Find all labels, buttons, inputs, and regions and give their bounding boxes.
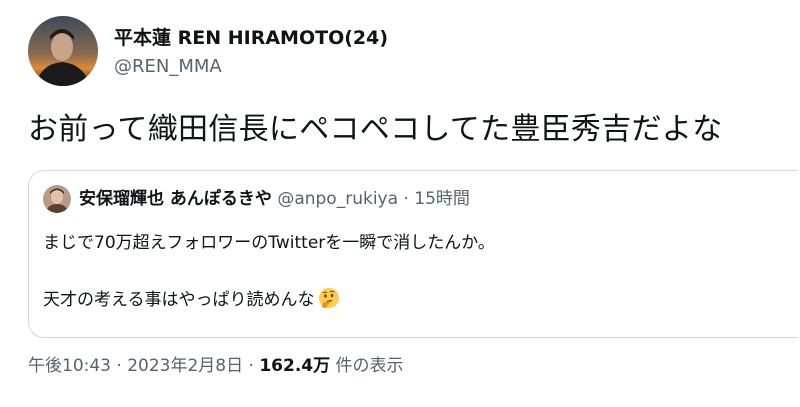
quoted-text-line2-text: 天才の考える事はやっぱり読めんな bbox=[43, 290, 315, 310]
author-avatar[interactable] bbox=[28, 16, 98, 86]
view-count[interactable]: 162.4万 bbox=[259, 356, 330, 376]
meta-separator-2: · bbox=[248, 356, 254, 376]
view-label: 件の表示 bbox=[335, 356, 404, 376]
quoted-time[interactable]: 15時間 bbox=[414, 189, 470, 209]
tweet-time[interactable]: 午後10:43 bbox=[28, 356, 111, 376]
quoted-author-name[interactable]: 安保瑠輝也 あんぽるきや bbox=[79, 189, 272, 209]
quoted-tweet[interactable]: 安保瑠輝也 あんぽるきや @anpo_rukiya · 15時間 まじで70万超… bbox=[28, 170, 798, 338]
tweet-card: 平本蓮 REN HIRAMOTO(24) @REN_MMA お前って織田信長にペ… bbox=[0, 0, 800, 407]
tweet-meta: 午後10:43 · 2023年2月8日 · 162.4万 件の表示 bbox=[28, 354, 404, 378]
quoted-text-line1: まじで70万超えフォロワーのTwitterを一瞬で消したんか。 bbox=[43, 233, 495, 253]
tweet-date[interactable]: 2023年2月8日 bbox=[127, 356, 243, 376]
quoted-separator: · bbox=[403, 189, 409, 209]
quoted-header: 安保瑠輝也 あんぽるきや @anpo_rukiya · 15時間 bbox=[79, 187, 470, 211]
profile-photo-icon bbox=[28, 16, 98, 86]
quoted-author-avatar[interactable] bbox=[43, 185, 71, 213]
tweet-text: お前って織田信長にペコペコしてた豊臣秀吉だよな bbox=[28, 112, 723, 147]
author-handle[interactable]: @REN_MMA bbox=[114, 56, 222, 78]
quoted-profile-photo-icon bbox=[43, 185, 71, 213]
quoted-text-line2: 天才の考える事はやっぱり読めんな bbox=[43, 287, 340, 312]
author-name[interactable]: 平本蓮 REN HIRAMOTO(24) bbox=[114, 27, 388, 49]
meta-separator-1: · bbox=[116, 356, 122, 376]
thinking-face-emoji-icon bbox=[318, 288, 339, 308]
quoted-author-handle[interactable]: @anpo_rukiya bbox=[277, 189, 398, 209]
